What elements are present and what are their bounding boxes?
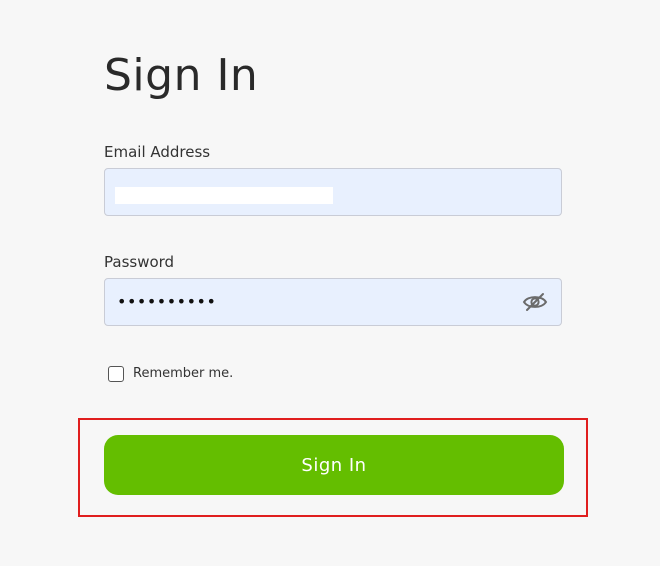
- remember-me-checkbox[interactable]: [108, 366, 124, 382]
- remember-me-label: Remember me.: [133, 366, 234, 381]
- page-title: Sign In: [104, 50, 259, 101]
- email-field[interactable]: [104, 168, 562, 216]
- email-label: Email Address: [104, 143, 211, 161]
- password-value: ••••••••••: [117, 292, 217, 311]
- eye-slash-icon[interactable]: [522, 291, 548, 313]
- remember-me-row[interactable]: Remember me.: [108, 364, 233, 384]
- email-value-redacted: [115, 187, 333, 204]
- sign-in-button[interactable]: Sign In: [104, 435, 564, 495]
- password-label: Password: [104, 253, 175, 271]
- password-field[interactable]: ••••••••••: [104, 278, 562, 326]
